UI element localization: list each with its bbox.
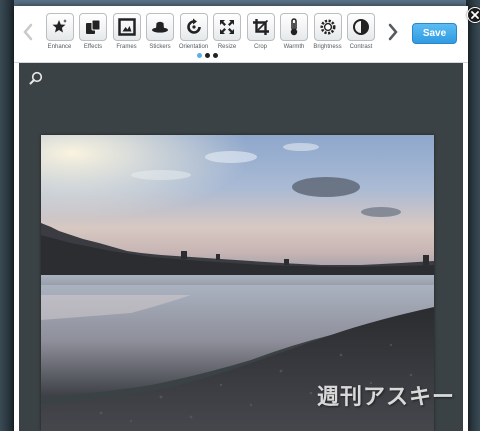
save-button[interactable]: Save bbox=[412, 23, 457, 44]
thermometer-icon bbox=[290, 18, 298, 36]
resize-button[interactable] bbox=[213, 13, 241, 41]
watermark-text: 週刊アスキー bbox=[317, 385, 456, 410]
enhance-star-icon bbox=[52, 19, 67, 33]
page-dot-3[interactable] bbox=[213, 53, 218, 58]
frames-icon bbox=[117, 18, 136, 36]
editor-toolbar: Enhance Effects Frames Stickers Orientat… bbox=[14, 6, 468, 63]
tool-label: Contrast bbox=[349, 44, 373, 50]
chevron-right-icon bbox=[388, 23, 398, 41]
close-icon bbox=[471, 11, 479, 19]
editor-canvas bbox=[19, 63, 463, 431]
tool-strip: Enhance Effects Frames Stickers Orientat… bbox=[43, 13, 379, 55]
toolbar-page-dots bbox=[197, 53, 218, 59]
contrast-icon bbox=[353, 19, 369, 35]
crop-button[interactable] bbox=[246, 13, 275, 41]
chevron-left-icon bbox=[23, 23, 33, 41]
orientation-button[interactable] bbox=[179, 13, 208, 41]
warmth-button[interactable] bbox=[280, 13, 308, 41]
crop-icon bbox=[252, 19, 269, 35]
resize-arrows-icon bbox=[220, 20, 234, 34]
tool-contrast[interactable]: Contrast bbox=[345, 13, 378, 55]
toolbar-prev-arrow[interactable] bbox=[18, 20, 38, 44]
frames-button[interactable] bbox=[112, 13, 141, 41]
enhance-button[interactable] bbox=[45, 13, 74, 41]
effects-button[interactable] bbox=[79, 13, 107, 41]
photo-editor-modal: Enhance Effects Frames Stickers Orientat… bbox=[14, 6, 480, 431]
toolbar-next-arrow[interactable] bbox=[383, 20, 403, 44]
stickers-button[interactable] bbox=[146, 13, 174, 41]
brightness-sun-icon bbox=[320, 19, 335, 35]
zoom-magnifier-icon[interactable] bbox=[29, 71, 43, 85]
page-dot-2[interactable] bbox=[205, 53, 210, 58]
stickers-hat-icon bbox=[152, 21, 168, 33]
page-dot-1[interactable] bbox=[197, 53, 202, 58]
orientation-rotate-icon bbox=[186, 18, 201, 34]
close-button[interactable] bbox=[467, 7, 480, 23]
contrast-button[interactable] bbox=[347, 13, 375, 41]
effects-icon bbox=[86, 19, 101, 34]
brightness-button[interactable] bbox=[313, 13, 342, 41]
